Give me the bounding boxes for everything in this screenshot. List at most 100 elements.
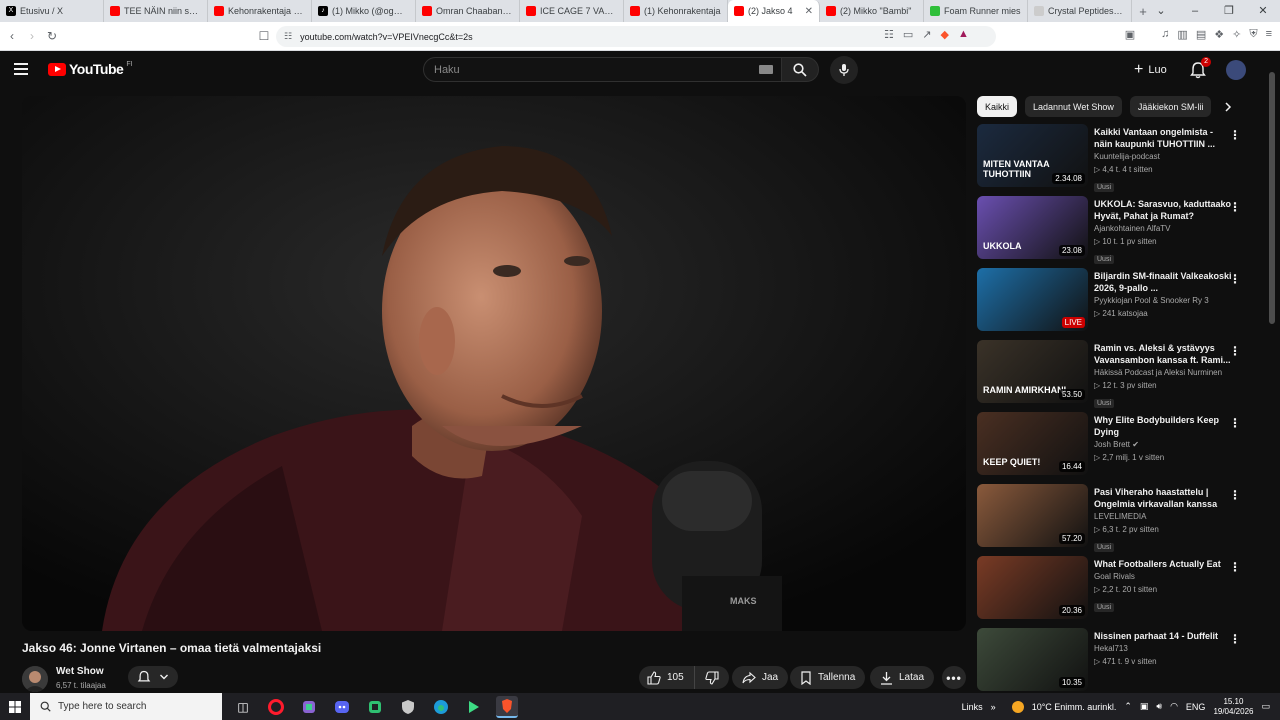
video-thumbnail[interactable]: MITEN VANTAA TUHOTTIIN 2.34.08 [977, 124, 1088, 187]
reading-list-icon[interactable]: ▥ [1177, 28, 1187, 41]
links-toolbar[interactable]: Links [962, 702, 983, 712]
recommended-channel[interactable]: Hekal713 [1094, 642, 1234, 655]
cast-icon[interactable]: ▭ [903, 28, 913, 41]
media-icon[interactable]: ♫ [1161, 28, 1169, 41]
reload-icon[interactable]: ↻ [42, 29, 62, 43]
opera-icon[interactable] [265, 696, 287, 718]
more-vertical-icon[interactable]: ⋮ [1229, 344, 1241, 358]
links-chevron-icon[interactable]: » [991, 702, 996, 712]
video-thumbnail[interactable]: 10.35 [977, 628, 1088, 691]
more-vertical-icon[interactable]: ⋮ [1229, 416, 1241, 430]
video-player[interactable]: MAKS [22, 96, 966, 631]
more-vertical-icon[interactable]: ⋮ [1229, 272, 1241, 286]
weather-text[interactable]: 10°C Enimm. aurinkl. [1032, 702, 1117, 712]
recommended-video[interactable]: UKKOLA 23.08 UKKOLA: Sarasvuo, kaduttaako … [977, 196, 1252, 268]
notifications-button[interactable]: 2 [1187, 57, 1211, 81]
language-indicator[interactable]: ENG [1186, 702, 1206, 712]
search-input[interactable] [434, 63, 759, 76]
recommended-channel[interactable]: Goal Rivals [1094, 570, 1234, 583]
video-thumbnail[interactable]: 57.20 [977, 484, 1088, 547]
recommended-video-title[interactable]: Ramin vs. Aleksi & ystävyys Vavansambon … [1094, 342, 1234, 366]
discord-icon[interactable] [331, 696, 353, 718]
video-thumbnail[interactable]: 20.36 [977, 556, 1088, 619]
recommended-channel[interactable]: Ajankohtainen AlfaTV [1094, 222, 1234, 235]
volume-icon[interactable]: 🔊︎ [1156, 701, 1162, 712]
search-button[interactable] [781, 57, 819, 82]
voice-search-button[interactable] [830, 56, 858, 84]
recommended-video-title[interactable]: What Footballers Actually Eat [1094, 558, 1234, 570]
bookmark-icon[interactable]: ☐ [254, 29, 274, 43]
sidebar-icon[interactable]: ▣ [1125, 28, 1135, 41]
task-view-icon[interactable]: ◫ [232, 696, 254, 718]
shield-app-icon[interactable] [397, 696, 419, 718]
recommended-channel[interactable]: LEVELIMEDIA [1094, 510, 1234, 523]
wifi-icon[interactable]: ◠ [1170, 701, 1178, 712]
more-actions-button[interactable]: ••• [942, 666, 966, 689]
close-tab-icon[interactable]: ✕ [805, 6, 813, 17]
video-thumbnail[interactable]: UKKOLA 23.08 [977, 196, 1088, 259]
filter-chip[interactable]: Ladannut Wet Show [1025, 96, 1122, 117]
channel-avatar[interactable] [22, 666, 48, 692]
recommended-channel[interactable]: Pyykkiojan Pool & Snooker Ry 3 [1094, 294, 1234, 307]
site-info-icon[interactable]: ☷ [284, 31, 292, 42]
create-button[interactable]: + Luo [1126, 58, 1175, 82]
filter-chip[interactable]: Kaikki [977, 96, 1018, 117]
more-vertical-icon[interactable]: ⋮ [1229, 488, 1241, 502]
browser-tab[interactable]: ICE CAGE 7 VASTU [520, 0, 624, 22]
start-button[interactable] [0, 693, 30, 720]
browser-tab[interactable]: (1) Kehonrakentaja [624, 0, 728, 22]
back-icon[interactable]: ‹ [2, 29, 22, 43]
keyboard-icon[interactable] [759, 65, 773, 74]
recommended-video[interactable]: 20.36 What Footballers Actually Eat Goal R… [977, 556, 1252, 628]
video-thumbnail[interactable]: RAMIN AMIRKHANI 53.50 [977, 340, 1088, 403]
more-vertical-icon[interactable]: ⋮ [1229, 560, 1241, 574]
maximize-button[interactable]: ❐ [1212, 0, 1246, 22]
share-page-icon[interactable]: ↗ [922, 28, 931, 41]
recommended-video[interactable]: 57.20 Pasi Viheraho haastattelu | Ongelmi… [977, 484, 1252, 556]
download-button[interactable]: Lataa [870, 666, 935, 689]
recommended-video[interactable]: MITEN VANTAA TUHOTTIIN 2.34.08 Kaikki Vant… [977, 124, 1252, 196]
browser-tab[interactable]: (2) Jakso 4 ✕ [728, 0, 820, 22]
account-avatar[interactable] [1226, 60, 1246, 80]
browser-tab[interactable]: Omran Chaaban - V [416, 0, 520, 22]
browser-tab[interactable]: (2) Mikko "Bambi" [820, 0, 924, 22]
recommended-video-title[interactable]: Why Elite Bodybuilders Keep Dying [1094, 414, 1234, 438]
taskbar-search[interactable]: Type here to search [30, 693, 222, 720]
browser-tab[interactable]: Crystal Peptides – P [1028, 0, 1132, 22]
brave-shield-icon[interactable]: ◆ [941, 28, 949, 41]
save-button[interactable]: Tallenna [790, 666, 866, 689]
more-vertical-icon[interactable]: ⋮ [1229, 200, 1241, 214]
browser-menu-icon[interactable]: ≡ [1266, 28, 1272, 41]
recommended-video-title[interactable]: Pasi Viheraho haastattelu | Ongelmia vir… [1094, 486, 1234, 510]
browser-tab[interactable]: Foam Runner mies [924, 0, 1028, 22]
recommended-video[interactable]: LIVE Biljardin SM-finaalit Valkeakoski 20… [977, 268, 1252, 340]
vpn-icon[interactable]: ⛨ [1249, 28, 1257, 41]
extensions-icon[interactable]: ❖ [1214, 28, 1224, 41]
recommended-video[interactable]: KEEP QUIET! 16.44 Why Elite Bodybuilders K… [977, 412, 1252, 484]
minimize-button[interactable]: – [1178, 0, 1212, 22]
recommended-channel[interactable]: Häkissä Podcast ja Aleksi Nurminen [1094, 366, 1234, 379]
browser-tab[interactable]: TEE NÄIN niin saat [104, 0, 208, 22]
leo-icon[interactable]: ✧ [1232, 28, 1241, 41]
show-hidden-icons[interactable]: ⌃ [1124, 701, 1132, 712]
recommended-channel[interactable]: Kuuntelija-podcast [1094, 150, 1234, 163]
hamburger-menu-icon[interactable] [14, 59, 34, 79]
youtube-logo[interactable]: YouTube FI [48, 61, 133, 77]
brave-taskbar-icon[interactable] [496, 695, 518, 718]
recommended-channel[interactable]: Josh Brett ✔ [1094, 438, 1234, 451]
chips-next-button[interactable] [1218, 98, 1238, 116]
tab-search-icon[interactable]: ⌄ [1144, 0, 1178, 22]
recommended-video-title[interactable]: UKKOLA: Sarasvuo, kaduttaako Hyvät, Paha… [1094, 198, 1234, 222]
recommended-video-title[interactable]: Nissinen parhaat 14 - Duffelit [1094, 630, 1234, 642]
brave-rewards-icon[interactable]: ▲ [958, 28, 969, 41]
more-vertical-icon[interactable]: ⋮ [1229, 632, 1241, 646]
filter-chip[interactable]: Jääkiekon SM-lii [1129, 96, 1212, 117]
video-thumbnail[interactable]: LIVE [977, 268, 1088, 331]
recommended-video[interactable]: 10.35 Nissinen parhaat 14 - Duffelit Hekal… [977, 628, 1252, 700]
like-button[interactable]: 105 [639, 666, 695, 689]
clock[interactable]: 15.10 19/04/2026 [1213, 697, 1253, 717]
edge-icon[interactable] [430, 696, 452, 718]
browser-tab[interactable]: ♪ (1) Mikko (@ogmikk [312, 0, 416, 22]
subscription-bell-button[interactable] [128, 666, 178, 688]
recommended-video-title[interactable]: Biljardin SM-finaalit Valkeakoski 2026, … [1094, 270, 1234, 294]
